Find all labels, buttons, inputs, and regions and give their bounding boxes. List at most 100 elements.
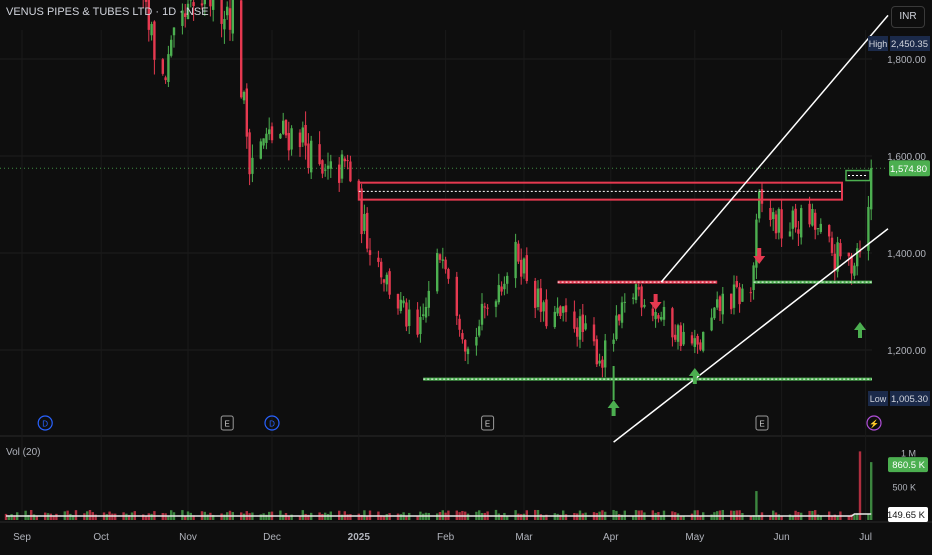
candle-body [467, 349, 469, 354]
candle-body [582, 315, 584, 332]
candle-body [828, 225, 830, 236]
candle-body [240, 0, 242, 97]
volume-bar [722, 510, 724, 520]
candle-body [341, 154, 343, 178]
volume-bar [517, 514, 519, 520]
time-tick-label: Feb [437, 532, 455, 543]
candle-body [618, 314, 620, 320]
candle-body [220, 0, 222, 24]
volume-bar [349, 514, 351, 520]
candle-body [243, 92, 245, 100]
candle-body [624, 302, 626, 303]
time-tick-label: 2025 [348, 532, 371, 543]
candle-body [282, 121, 284, 134]
volume-bar [170, 510, 172, 520]
candle-body [321, 160, 323, 173]
volume-bar [526, 510, 528, 520]
candle-body [593, 325, 595, 342]
volume-bar [69, 514, 71, 520]
candle-body [425, 307, 427, 318]
candle-body [752, 265, 754, 290]
time-tick-label: Oct [93, 532, 109, 543]
volume-bar [89, 510, 91, 520]
volume-bar [327, 514, 329, 520]
volume-bar [5, 514, 7, 520]
candle-body [514, 242, 516, 278]
candle-body [713, 308, 715, 319]
volume-bar [736, 510, 738, 520]
candle-body [290, 128, 292, 149]
volume-bar [400, 514, 402, 520]
volume-bar [30, 510, 32, 520]
event-label: E [759, 420, 764, 429]
volume-bar [738, 510, 740, 520]
event-label: D [42, 420, 48, 429]
price-tick-label: 1,800.00 [887, 55, 926, 66]
volume-bar [346, 514, 348, 520]
price-tick-label: 1,400.00 [887, 249, 926, 260]
candle-body [534, 281, 536, 308]
volume-bar [652, 510, 654, 520]
candle-body [268, 129, 270, 134]
candle-body [621, 302, 623, 322]
candle-body [212, 0, 214, 10]
price-chart[interactable]: DEDEE⚡ 2,400.002,200.002,000.001,800.001… [0, 0, 932, 550]
candle-body [484, 306, 486, 307]
candle-body [310, 141, 312, 173]
high-value: 2,450.35 [891, 39, 928, 50]
candle-body [772, 212, 774, 219]
candle-body [229, 8, 231, 30]
candle-body [736, 281, 738, 287]
volume-bar [601, 510, 603, 520]
candle-body [696, 336, 698, 345]
candle-body [573, 312, 575, 329]
candle-body [271, 126, 273, 140]
candle-body [789, 231, 791, 236]
candle-body [691, 335, 693, 343]
volume-bar [467, 514, 469, 520]
candle-body [820, 224, 822, 232]
volume-bar [478, 510, 480, 520]
volume-last-label: 860.5 K [892, 460, 925, 471]
volume-bar [358, 514, 360, 520]
candle-body [542, 302, 544, 311]
candle-body [615, 315, 617, 339]
candle-body [716, 299, 718, 307]
time-tick-label: Nov [179, 532, 197, 543]
volume-bar [540, 514, 542, 520]
candle-body [794, 209, 796, 228]
candle-body [503, 284, 505, 289]
candle-body [671, 308, 673, 337]
candle-body [223, 19, 225, 29]
volume-bar [363, 510, 365, 520]
volume-bar [106, 514, 108, 520]
high-label: High [869, 39, 888, 49]
currency-button[interactable]: INR [891, 6, 925, 28]
candle-body [663, 307, 665, 320]
candle-body [640, 286, 642, 307]
event-label: E [225, 420, 230, 429]
candle-body [338, 165, 340, 183]
volume-bar [243, 514, 245, 520]
candle-body [307, 143, 309, 168]
candle-body [288, 133, 290, 150]
candle-body [481, 304, 483, 325]
candle-body [383, 279, 385, 282]
candle-body [279, 134, 281, 138]
candle-body [346, 160, 348, 161]
candle-body [439, 254, 441, 260]
time-tick-label: Sep [13, 532, 31, 543]
candle-body [204, 0, 206, 4]
candle-body [246, 89, 248, 137]
candle-body [638, 287, 640, 290]
candle-body [386, 275, 388, 285]
candle-body [444, 260, 446, 270]
candle-body [576, 327, 578, 336]
candle-body [302, 127, 304, 142]
candle-body [817, 228, 819, 229]
candle-body [579, 316, 581, 339]
candle-body [694, 338, 696, 347]
candle-body [778, 209, 780, 233]
candle-body [377, 258, 379, 262]
candle-body [674, 335, 676, 340]
